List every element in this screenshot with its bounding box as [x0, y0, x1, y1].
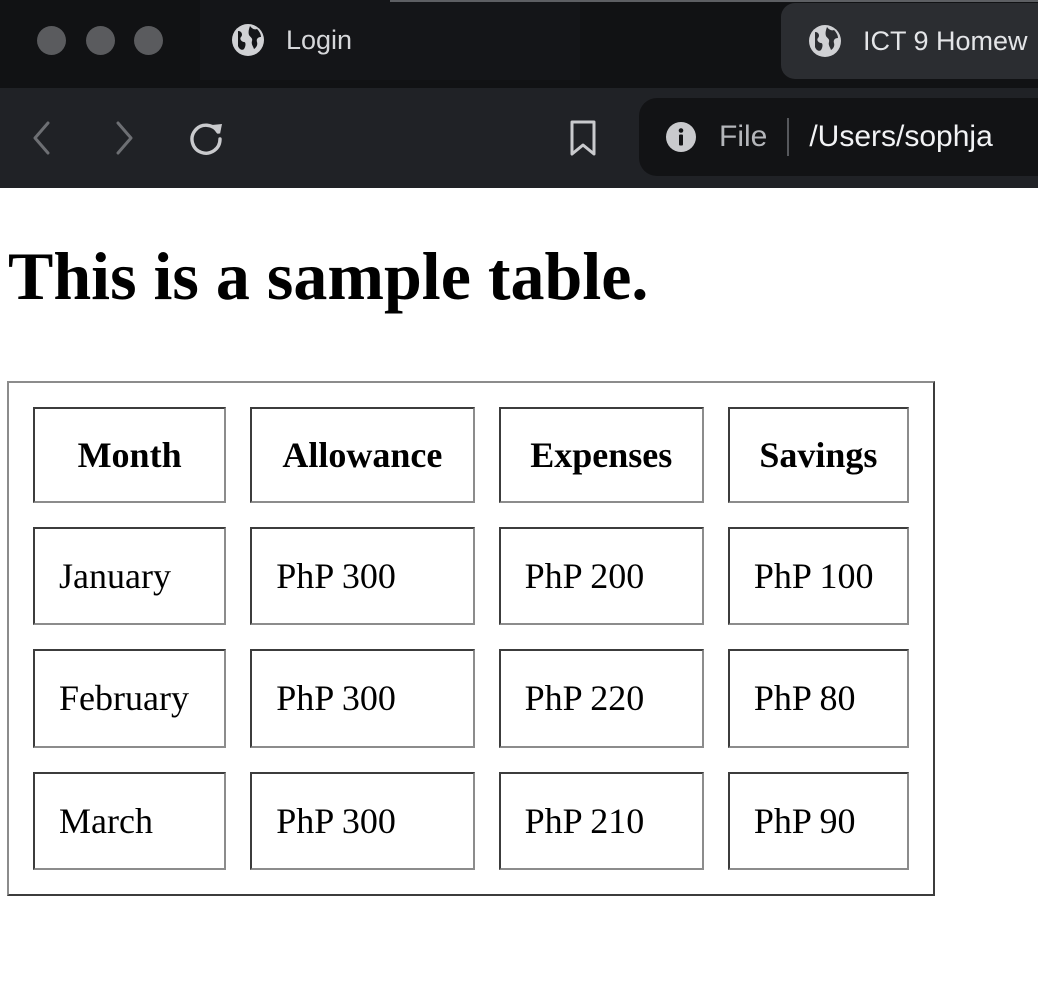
cell-expenses: PhP 200	[498, 527, 704, 626]
globe-icon	[232, 24, 264, 56]
cell-expenses: PhP 220	[498, 649, 704, 748]
cell-allowance: PhP 300	[250, 649, 475, 748]
tab-ict-homework[interactable]: ICT 9 Homew	[781, 3, 1038, 79]
cell-month: January	[33, 527, 227, 626]
chevron-left-icon[interactable]	[30, 120, 54, 156]
header-allowance: Allowance	[250, 407, 475, 503]
cell-allowance: PhP 300	[250, 527, 475, 626]
allowance-table: Month Allowance Expenses Savings January…	[7, 381, 935, 896]
browser-toolbar: File /Users/sophja	[0, 88, 1038, 188]
chevron-right-icon[interactable]	[112, 120, 136, 156]
tab-title: Login	[286, 24, 353, 55]
table-row: January PhP 300 PhP 200 PhP 100	[33, 527, 909, 626]
table-header-row: Month Allowance Expenses Savings	[33, 407, 909, 503]
cell-expenses: PhP 210	[498, 771, 704, 870]
close-window-button[interactable]	[37, 26, 66, 55]
page-title: This is a sample table.	[8, 238, 649, 314]
reload-icon[interactable]	[185, 117, 227, 159]
tab-bar: Login ICT 9 Homew	[0, 0, 1038, 88]
header-month: Month	[33, 407, 227, 503]
tab-divider	[390, 0, 1038, 2]
cell-month: February	[33, 649, 227, 748]
cell-savings: PhP 80	[727, 649, 909, 748]
table-row: February PhP 300 PhP 220 PhP 80	[33, 649, 909, 748]
url-scheme: File	[719, 120, 768, 153]
url-separator	[787, 118, 790, 156]
table-row: March PhP 300 PhP 210 PhP 90	[33, 771, 909, 870]
zoom-window-button[interactable]	[134, 26, 163, 55]
cell-savings: PhP 100	[727, 527, 909, 626]
url-path: /Users/sophja	[809, 120, 993, 153]
address-bar[interactable]: File /Users/sophja	[639, 98, 1038, 176]
minimize-window-button[interactable]	[86, 26, 115, 55]
cell-savings: PhP 90	[727, 771, 909, 870]
globe-icon	[809, 25, 841, 57]
header-expenses: Expenses	[498, 407, 704, 503]
cell-month: March	[33, 771, 227, 870]
tab-login[interactable]: Login	[200, 0, 580, 80]
header-savings: Savings	[727, 407, 909, 503]
cell-allowance: PhP 300	[250, 771, 475, 870]
info-icon[interactable]	[665, 121, 697, 153]
bookmark-icon[interactable]	[566, 118, 600, 158]
tab-title: ICT 9 Homew	[863, 25, 1028, 56]
